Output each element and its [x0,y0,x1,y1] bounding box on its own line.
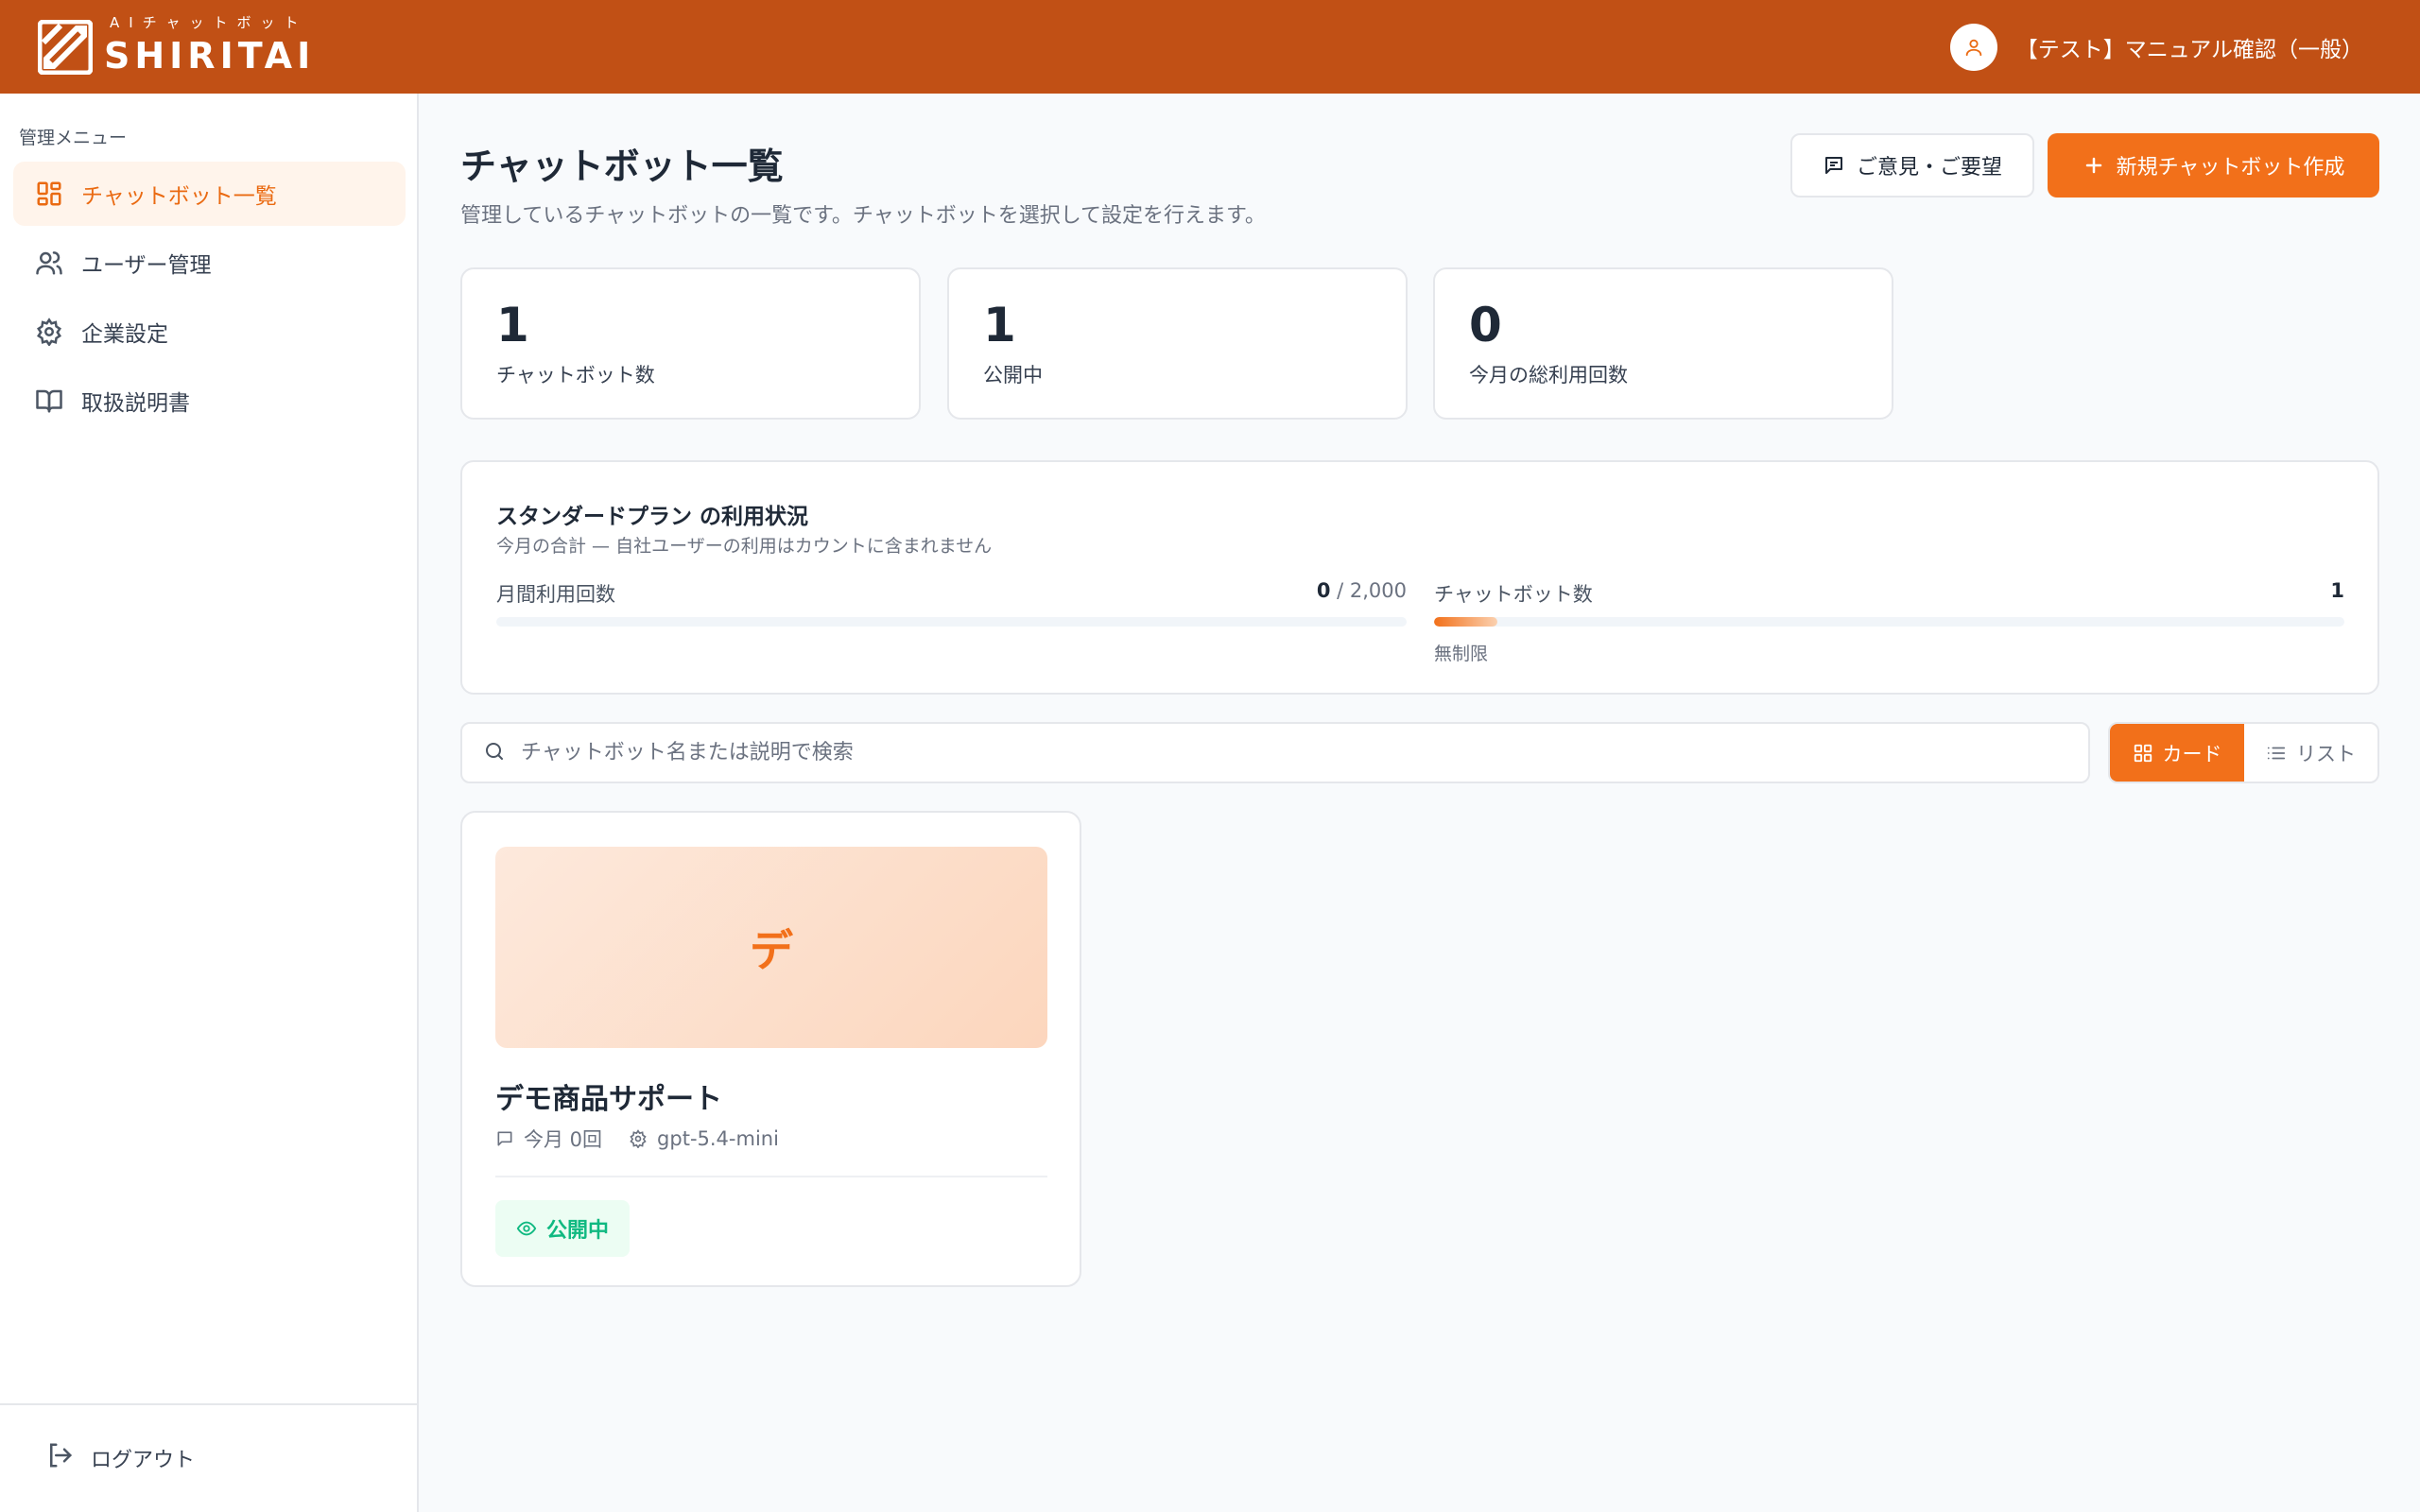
stat-value: 1 [983,298,1016,352]
chatbot-card[interactable]: デ デモ商品サポート 今月 0回 gpt-5.4-mini 公開中 [460,811,1081,1287]
chat-bubble-icon [495,1129,514,1148]
user-menu[interactable]: 【テスト】マニュアル確認（一般） [1949,24,2363,71]
sidebar-item-label: ユーザー管理 [81,253,212,278]
chatbot-count-meter: チャットボット数 1 無制限 [1434,579,2344,664]
top-header: AIチャットボット SHIRITAI 【テスト】マニュアル確認（一般） [0,0,2420,94]
sidebar-item-chatbot-list[interactable]: チャットボット一覧 [13,162,406,226]
new-chatbot-label: 新規チャットボット作成 [2116,156,2345,180]
gear-icon [629,1129,648,1148]
list-view-label: リスト [2296,742,2356,765]
plus-icon [2083,154,2105,177]
feedback-label: ご意見・ご要望 [1856,156,2002,180]
feedback-button[interactable]: ご意見・ご要望 [1790,133,2034,198]
sidebar-item-label: 企業設定 [81,322,168,347]
list-icon [2266,743,2287,764]
logout-label: ログアウト [91,1449,196,1472]
progress-bar [1434,617,2344,627]
meter-label: チャットボット数 [1434,583,1593,606]
message-icon [1823,154,1845,177]
sidebar-item-label: 取扱説明書 [81,391,190,416]
chatbot-model: gpt-5.4-mini [657,1127,779,1150]
view-toggle: カード リスト [2108,722,2379,783]
eye-icon [516,1218,537,1239]
sidebar-nav: チャットボット一覧 ユーザー管理 企業設定 取扱説明書 [13,162,406,438]
user-icon [1949,24,1997,71]
status-badge: 公開中 [495,1200,631,1257]
card-view-label: カード [2162,742,2222,765]
sidebar-item-label: チャットボット一覧 [81,184,277,209]
usage-title: スタンダードプラン の利用状況 [496,505,809,529]
logo-subtitle: AIチャットボット [110,14,308,31]
grid-icon [2133,743,2153,764]
brand-logo[interactable]: AIチャットボット SHIRITAI [37,14,316,77]
meter-note: 無制限 [1434,644,1489,664]
chatbot-thumbnail: デ [495,847,1047,1048]
stat-card-chatbot-count: 1 チャットボット数 [460,267,921,420]
logout-icon [45,1441,74,1475]
progress-bar [496,617,1407,627]
meter-value: 0 / 2,000 [1316,579,1407,602]
plan-usage-panel: スタンダードプラン の利用状況 今月の合計 — 自社ユーザーの利用はカウントに含… [460,460,2379,695]
sidebar-heading: 管理メニュー [19,128,128,148]
stat-label: チャットボット数 [496,364,655,387]
chatbot-usage: 今月 0回 [524,1128,603,1151]
users-icon [34,248,64,278]
stat-label: 公開中 [983,364,1043,387]
logout-button[interactable]: ログアウト [45,1441,195,1475]
chatbot-meta: 今月 0回 gpt-5.4-mini [495,1125,779,1153]
book-icon [34,386,64,416]
page-description: 管理しているチャットボットの一覧です。チャットボットを選択して設定を行えます。 [460,204,1266,228]
dashboard-grid-icon [34,179,64,209]
monthly-usage-meter: 月間利用回数 0 / 2,000 [496,579,1407,627]
search-input[interactable] [521,741,2033,765]
card-view-button[interactable]: カード [2110,724,2244,782]
sidebar-item-manual[interactable]: 取扱説明書 [13,369,406,433]
sidebar-footer: ログアウト [0,1403,417,1512]
stat-label: 今月の総利用回数 [1469,364,1628,387]
list-view-button[interactable]: リスト [2244,724,2377,782]
meter-label: 月間利用回数 [496,583,615,606]
page-title: チャットボット一覧 [460,146,784,187]
stat-value: 1 [496,298,529,352]
chatbot-name: デモ商品サポート [495,1083,722,1116]
search-box [460,722,2090,783]
stat-card-published: 1 公開中 [947,267,1408,420]
stat-value: 0 [1469,298,1502,352]
meter-value: 1 [2330,579,2344,602]
sidebar-item-company-settings[interactable]: 企業設定 [13,300,406,364]
logo-mark-icon [37,19,94,76]
logo-wordmark: SHIRITAI [104,35,316,77]
user-name: 【テスト】マニュアル確認（一般） [2015,38,2363,62]
new-chatbot-button[interactable]: 新規チャットボット作成 [2048,133,2379,198]
search-icon [483,740,506,766]
card-divider [495,1176,1047,1177]
usage-subtitle: 今月の合計 — 自社ユーザーの利用はカウントに含まれません [496,536,993,557]
sidebar: 管理メニュー チャットボット一覧 ユーザー管理 企業設定 取扱説明書 ログアウト [0,94,419,1512]
gear-icon [34,317,64,347]
stat-card-monthly-usage: 0 今月の総利用回数 [1433,267,1893,420]
sidebar-item-users[interactable]: ユーザー管理 [13,231,406,295]
status-label: 公開中 [546,1219,610,1243]
progress-fill [1434,617,1498,627]
